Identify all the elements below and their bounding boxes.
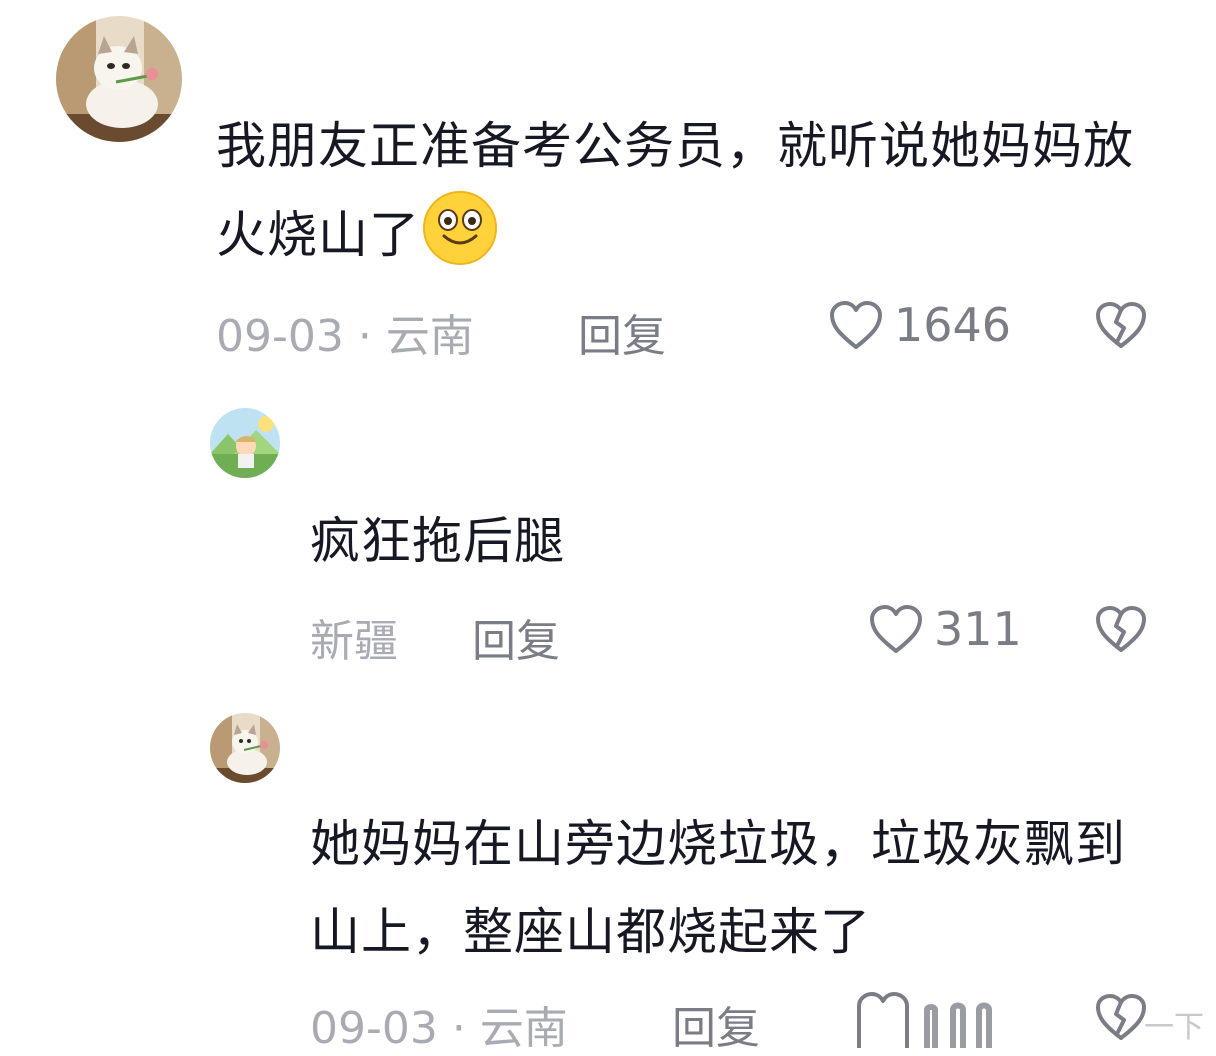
heart-outline-icon: [857, 992, 992, 1048]
dislike-button[interactable]: [1094, 300, 1148, 350]
like-count: 311: [934, 602, 1022, 656]
cartoon-avatar-image: [210, 408, 280, 478]
broken-heart-icon: [1096, 994, 1146, 1040]
broken-heart-icon: [1096, 606, 1146, 652]
dislike-button[interactable]: [1094, 992, 1148, 1042]
cat-avatar-image: [210, 713, 280, 783]
comment-meta: 09-03 · 云南: [310, 1003, 568, 1054]
comment-meta: 新疆: [310, 616, 398, 667]
comment-1-text: 我朋友正准备考公务员，就听说她妈妈放火烧山了: [216, 117, 1134, 264]
reply-button[interactable]: 回复: [578, 300, 666, 364]
comment-thread: 我朋友正准备考公务员，就听说她妈妈放火烧山了 09-03 · 云南 回复 164…: [0, 0, 1216, 1056]
comment-meta: 09-03 · 云南: [216, 311, 474, 362]
avatar-cat[interactable]: [56, 16, 182, 142]
like-button[interactable]: 311: [868, 602, 1022, 656]
dislike-button[interactable]: [1094, 604, 1148, 654]
avatar-cartoon-boy[interactable]: [210, 408, 280, 478]
comment-text: 我朋友正准备考公务员，就听说她妈妈放火烧山了: [216, 102, 1136, 279]
watermark: 一下: [1144, 1010, 1204, 1045]
reply-button[interactable]: 回复: [472, 605, 560, 669]
like-button[interactable]: [855, 990, 1015, 1050]
avatar-cat[interactable]: [210, 713, 280, 783]
smile-emoji-icon: [422, 190, 498, 266]
reply-button[interactable]: 回复: [672, 992, 760, 1056]
cat-avatar-image: [56, 16, 182, 142]
like-count: 1646: [894, 298, 1012, 352]
broken-heart-icon: [1096, 302, 1146, 348]
like-button[interactable]: 1646: [828, 298, 1011, 352]
comment-text: 她妈妈在山旁边烧垃圾，垃圾灰飘到山上，整座山都烧起来了: [310, 815, 1126, 961]
heart-outline-icon: [870, 605, 922, 653]
comment-text: 疯狂拖后腿: [310, 512, 565, 570]
heart-outline-icon: [830, 301, 882, 349]
